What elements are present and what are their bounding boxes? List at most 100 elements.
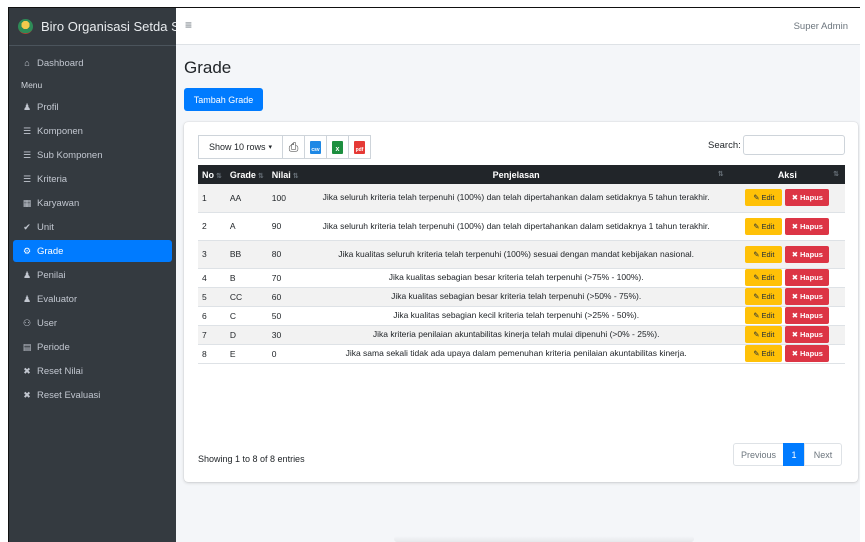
table-row: 3 BB 80 Jika kualitas seluruh kriteria tela… bbox=[198, 240, 845, 268]
delete-icon: ✖ bbox=[791, 311, 799, 320]
edit-label: Edit bbox=[761, 249, 775, 259]
delete-icon: ✖ bbox=[791, 349, 799, 358]
sidebar-item-periode[interactable]: ▤ Periode bbox=[13, 336, 172, 358]
edit-icon: ✎ bbox=[753, 273, 760, 282]
sidebar-item-reset-nilai[interactable]: ✖ Reset Nilai bbox=[13, 360, 172, 382]
delete-label: Hapus bbox=[800, 193, 823, 203]
sidebar-item-reset-evaluasi[interactable]: ✖ Reset Evaluasi bbox=[13, 384, 172, 406]
user-icon: ♟ bbox=[22, 293, 32, 304]
list-icon: ☰ bbox=[22, 125, 32, 136]
sidebar-item-penilai[interactable]: ♟ Penilai bbox=[13, 264, 172, 286]
next-page-button[interactable]: Next bbox=[804, 443, 842, 466]
cell-grade: B bbox=[229, 272, 236, 283]
sidebar-item-profil[interactable]: ♟ Profil bbox=[13, 96, 172, 118]
print-button[interactable]: ⎙ bbox=[282, 135, 305, 159]
sidebar-item-label: Reset Nilai bbox=[37, 365, 83, 377]
sidebar-item-evaluator[interactable]: ♟ Evaluator bbox=[13, 288, 172, 310]
sidebar-item-kriteria[interactable]: ☰ Kriteria bbox=[13, 168, 172, 190]
add-grade-button[interactable]: Tambah Grade bbox=[184, 88, 263, 111]
sidebar-item-user[interactable]: ⚇ User bbox=[13, 312, 172, 334]
page-footer-edge bbox=[394, 536, 694, 542]
delete-button[interactable]: ✖ Hapus bbox=[785, 217, 830, 235]
edit-button[interactable]: ✎ Edit bbox=[745, 345, 783, 362]
edit-button[interactable]: ✎ Edit bbox=[745, 326, 783, 343]
column-header-grade[interactable]: Grade ⇅ bbox=[226, 165, 268, 184]
edit-button[interactable]: ✎ Edit bbox=[745, 269, 783, 286]
row-actions: ✎ Edit ✖ Hapus bbox=[734, 345, 841, 362]
excel-button[interactable]: x bbox=[326, 135, 349, 159]
edit-label: Edit bbox=[761, 221, 775, 231]
delete-label: Hapus bbox=[800, 292, 823, 301]
delete-icon: ✖ bbox=[791, 193, 799, 203]
cell-penjelasan: Jika seluruh kriteria telah terpenuhi (1… bbox=[322, 220, 710, 231]
edit-label: Edit bbox=[761, 330, 775, 339]
user-menu[interactable]: Super Admin bbox=[794, 21, 848, 32]
sidebar-item-grade[interactable]: ⚙ Grade bbox=[13, 240, 172, 262]
sidebar-item-unit[interactable]: ✔ Unit bbox=[13, 216, 172, 238]
sidebar-item-karyawan[interactable]: ▦ Karyawan bbox=[13, 192, 172, 214]
column-label: Aksi bbox=[777, 169, 797, 180]
delete-button[interactable]: ✖ Hapus bbox=[785, 345, 830, 362]
row-actions: ✎ Edit ✖ Hapus bbox=[734, 288, 841, 305]
sidebar-item-sub-komponen[interactable]: ☰ Sub Komponen bbox=[13, 144, 172, 166]
sidebar-item-label: Evaluator bbox=[37, 293, 78, 305]
sidebar-item-dashboard[interactable]: ⌂ Dashboard bbox=[13, 52, 172, 74]
column-header-aksi[interactable]: Aksi ⇅ bbox=[730, 165, 845, 184]
menu-toggle-icon[interactable]: ≡ bbox=[185, 18, 192, 32]
delete-icon: ✖ bbox=[791, 221, 799, 231]
delete-icon: ✖ bbox=[791, 273, 799, 282]
user-icon: ♟ bbox=[22, 269, 32, 280]
caret-down-icon: ▾ bbox=[268, 144, 273, 151]
edit-button[interactable]: ✎ Edit bbox=[745, 288, 783, 305]
brand[interactable]: Biro Organisasi Setda Su bbox=[9, 8, 176, 46]
cell-grade: E bbox=[229, 348, 236, 359]
column-header-no[interactable]: No ⇅ bbox=[198, 165, 226, 184]
delete-button[interactable]: ✖ Hapus bbox=[785, 189, 830, 207]
edit-icon: ✎ bbox=[753, 221, 760, 231]
edit-button[interactable]: ✎ Edit bbox=[745, 245, 783, 263]
edit-button[interactable]: ✎ Edit bbox=[745, 189, 783, 207]
sidebar-item-komponen[interactable]: ☰ Komponen bbox=[13, 120, 172, 142]
sidebar: Biro Organisasi Setda Su ⌂ Dashboard Menu ♟… bbox=[8, 7, 176, 542]
edit-button[interactable]: ✎ Edit bbox=[745, 307, 783, 324]
cell-aksi: ✎ Edit ✖ Hapus bbox=[730, 240, 845, 268]
delete-button[interactable]: ✖ Hapus bbox=[785, 269, 830, 286]
edit-button[interactable]: ✎ Edit bbox=[745, 217, 783, 235]
cell-nilai: 90 bbox=[271, 221, 282, 231]
table-header-row: No ⇅ Grade ⇅ Nilai ⇅ Penjelasan ⇅ Aksi ⇅ bbox=[198, 165, 845, 184]
delete-button[interactable]: ✖ Hapus bbox=[785, 326, 830, 343]
previous-page-button[interactable]: Previous bbox=[733, 443, 784, 466]
row-actions: ✎ Edit ✖ Hapus bbox=[734, 307, 841, 324]
user-icon: ♟ bbox=[22, 101, 32, 112]
cell-nilai: 60 bbox=[271, 291, 282, 302]
cell-aksi: ✎ Edit ✖ Hapus bbox=[730, 306, 845, 325]
delete-button[interactable]: ✖ Hapus bbox=[785, 307, 830, 324]
building-icon: ▦ bbox=[22, 197, 32, 208]
page-title: Grade bbox=[184, 58, 232, 77]
csv-button[interactable]: csv bbox=[304, 135, 327, 159]
column-header-nilai[interactable]: Nilai ⇅ bbox=[268, 165, 303, 184]
page-1-button[interactable]: 1 bbox=[783, 443, 805, 466]
delete-label: Hapus bbox=[800, 221, 823, 231]
table-row: 4 B 70 Jika kualitas sebagian besar kriteri… bbox=[198, 268, 845, 287]
calendar-icon: ▤ bbox=[22, 341, 32, 352]
show-rows-dropdown[interactable]: Show 10 rows ▾ bbox=[198, 135, 283, 159]
table-row: 6 C 50 Jika kualitas sebagian kecil kriteri… bbox=[198, 306, 845, 325]
search-input[interactable] bbox=[743, 135, 845, 155]
table-body: 1 AA 100 Jika seluruh kriteria telah terpen… bbox=[198, 184, 845, 363]
cell-grade: A bbox=[229, 221, 236, 231]
sidebar-item-label: Sub Komponen bbox=[37, 149, 103, 161]
sort-icon: ⇅ bbox=[257, 172, 264, 180]
delete-button[interactable]: ✖ Hapus bbox=[785, 245, 830, 263]
column-header-penjelasan[interactable]: Penjelasan ⇅ bbox=[303, 165, 730, 184]
delete-icon: ✖ bbox=[791, 292, 799, 301]
delete-button[interactable]: ✖ Hapus bbox=[785, 288, 830, 305]
row-actions: ✎ Edit ✖ Hapus bbox=[734, 326, 841, 343]
sidebar-item-label: Komponen bbox=[37, 125, 83, 137]
edit-icon: ✎ bbox=[753, 330, 760, 339]
cell-nilai: 30 bbox=[271, 329, 282, 340]
table-row: 5 CC 60 Jika kualitas sebagian besar kriter… bbox=[198, 287, 845, 306]
pdf-button[interactable]: pdf bbox=[348, 135, 371, 159]
cell-aksi: ✎ Edit ✖ Hapus bbox=[730, 268, 845, 287]
delete-icon: ✖ bbox=[791, 249, 799, 259]
